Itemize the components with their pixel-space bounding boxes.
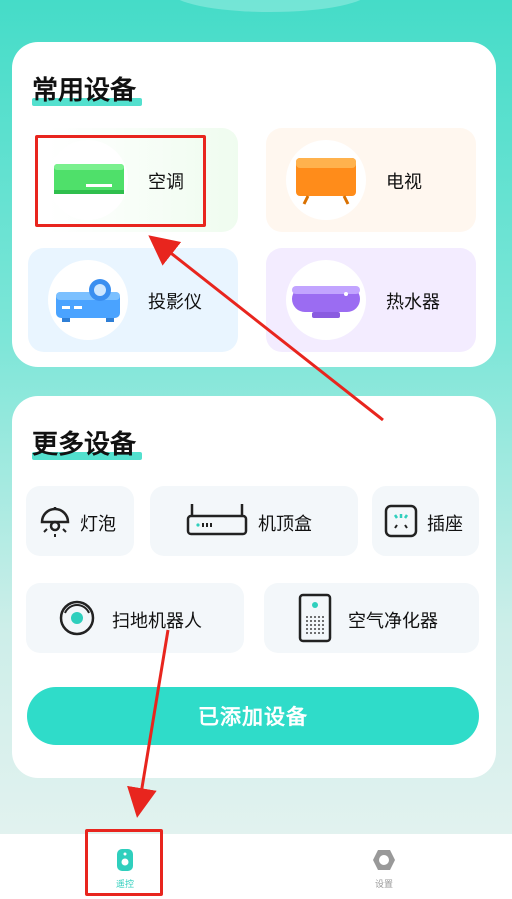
device-water-heater[interactable]: 热水器 (266, 248, 476, 352)
device-socket[interactable]: 插座 (372, 486, 479, 556)
device-robot-vacuum[interactable]: 扫地机器人 (26, 583, 244, 653)
device-label: 热水器 (386, 292, 440, 313)
tab-settings[interactable]: 设置 (334, 834, 434, 899)
header-decoration (170, 0, 370, 12)
device-air-purifier[interactable]: 空气净化器 (264, 583, 479, 653)
more-devices-title: 更多设备 (32, 424, 143, 461)
device-tv[interactable]: 电视 (266, 128, 476, 232)
device-label: 投影仪 (148, 292, 202, 313)
common-devices-title: 常用设备 (32, 70, 143, 107)
bottom-tab-bar: 遥控 设置 (0, 834, 512, 899)
device-label: 插座 (427, 514, 463, 535)
gear-icon (372, 848, 396, 876)
device-projector[interactable]: 投影仪 (28, 248, 238, 352)
device-bulb[interactable]: 灯泡 (26, 486, 134, 556)
bulb-icon (38, 504, 72, 542)
tv-icon (286, 140, 366, 220)
device-label: 扫地机器人 (112, 611, 202, 632)
projector-icon (48, 260, 128, 340)
annotation-box-remote-tab (85, 829, 163, 896)
annotation-box-air-conditioner (35, 135, 206, 227)
device-label: 空气净化器 (348, 611, 438, 632)
device-label: 电视 (386, 172, 422, 193)
device-label: 机顶盒 (258, 514, 312, 535)
water-heater-icon (286, 260, 366, 340)
added-devices-button[interactable]: 已添加设备 (27, 687, 479, 745)
socket-icon (384, 504, 418, 542)
device-set-top-box[interactable]: 机顶盒 (150, 486, 358, 556)
more-devices-card: 更多设备 灯泡 机顶盒 插座 扫地机器人 空气净化器 已添加设备 (12, 396, 496, 778)
set-top-box-icon (186, 502, 248, 542)
robot-vacuum-icon (58, 599, 96, 641)
tab-label: 设置 (374, 880, 393, 890)
device-label: 灯泡 (80, 514, 116, 535)
air-purifier-icon (298, 593, 332, 647)
